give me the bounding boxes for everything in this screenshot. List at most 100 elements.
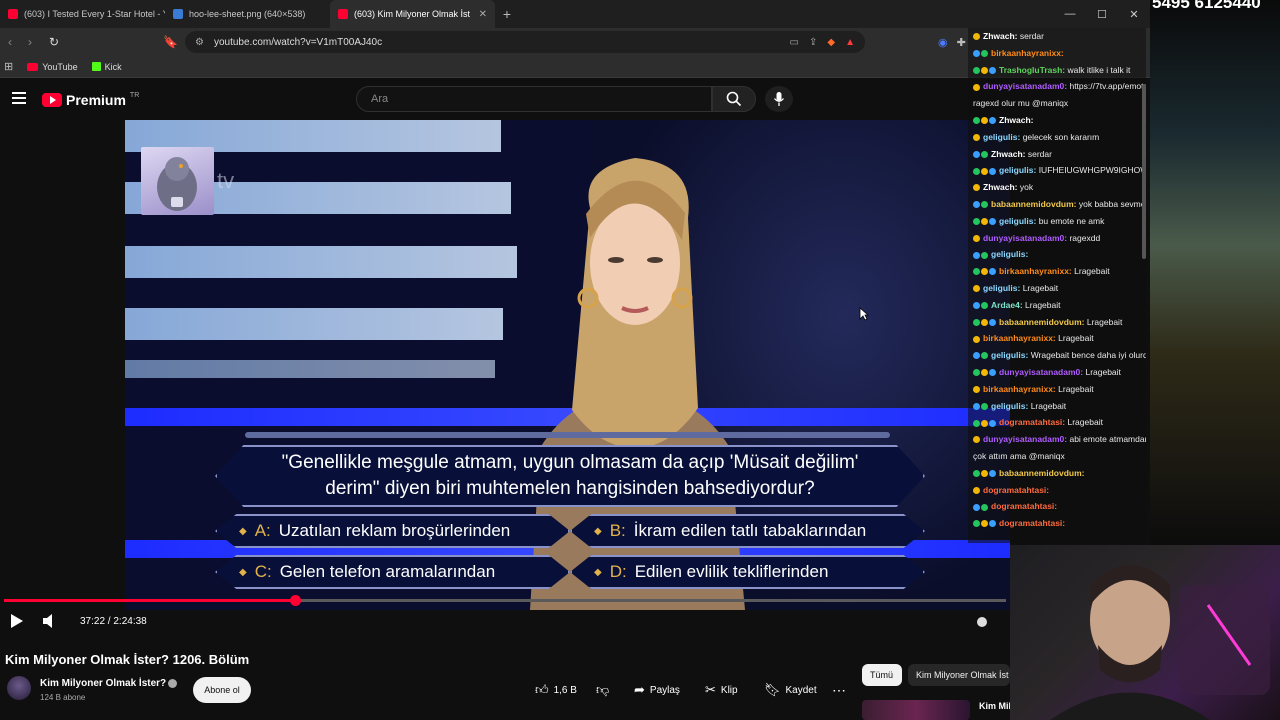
- menu-icon[interactable]: [12, 92, 26, 104]
- maximize-icon[interactable]: ☐: [1086, 0, 1118, 28]
- avatar[interactable]: [7, 676, 31, 700]
- bookmark-icon[interactable]: 🔖: [163, 35, 178, 49]
- chat-username[interactable]: dogramatahtasi:: [999, 518, 1065, 528]
- youtube-icon: [27, 62, 39, 71]
- chip-all[interactable]: Tümü: [862, 664, 902, 686]
- chat-scrollbar[interactable]: [1142, 84, 1146, 259]
- studio-light-stripe: [125, 246, 517, 278]
- tab-2[interactable]: hoo-lee-sheet.png (640×538): [165, 0, 330, 28]
- chat-username[interactable]: dogramatahtasi:: [991, 501, 1057, 511]
- dislike-button[interactable]: 👎︎: [596, 678, 609, 702]
- warning-icon[interactable]: ▲: [845, 37, 855, 48]
- chat-username[interactable]: TrashogluTrash:: [999, 65, 1065, 75]
- chat-username[interactable]: birkaanhayranixx:: [991, 48, 1064, 58]
- studio-light-stripe: [125, 308, 503, 340]
- chat-username[interactable]: babaannemidovdum:: [991, 199, 1076, 209]
- search-button[interactable]: [712, 86, 756, 112]
- tab-1-label: (603) I Tested Every 1-Star Hotel - Yo: [24, 9, 165, 19]
- back-icon[interactable]: ‹: [0, 35, 20, 49]
- bookmark-youtube[interactable]: YouTube: [27, 62, 78, 72]
- tab-3-label: (603) Kim Milyoner Olmak İst: [354, 9, 471, 19]
- chat-badge-icon: [989, 318, 996, 326]
- next-video-thumbnail[interactable]: [862, 700, 970, 720]
- reload-icon[interactable]: ↻: [44, 35, 64, 49]
- extension-icon[interactable]: ◉: [938, 36, 948, 49]
- chat-badges: [973, 350, 989, 361]
- chat-username[interactable]: Ardae4:: [991, 300, 1023, 310]
- bookmark-kick[interactable]: Kick: [91, 62, 122, 72]
- chat-username[interactable]: birkaanhayranixx:: [983, 384, 1056, 394]
- chat-username[interactable]: geligulis:: [983, 283, 1020, 293]
- chat-username[interactable]: Zhwach:: [991, 149, 1025, 159]
- apps-grid-icon[interactable]: ⊞: [4, 60, 13, 73]
- phone-number-overlay: 5495 6125440: [1152, 0, 1261, 12]
- share-button[interactable]: ➦ Paylaş: [634, 678, 680, 702]
- chat-text: serdar: [1019, 31, 1044, 41]
- minimize-icon[interactable]: —: [1054, 0, 1086, 28]
- chat-username[interactable]: Zhwach:: [983, 31, 1017, 41]
- subscribe-button[interactable]: Abone ol: [193, 677, 251, 703]
- shield-icon[interactable]: ◆: [827, 37, 835, 48]
- volume-icon[interactable]: [42, 613, 58, 629]
- play-icon[interactable]: [10, 613, 24, 629]
- cast-icon[interactable]: ▭: [790, 37, 799, 48]
- puzzle-icon[interactable]: ✚: [957, 36, 966, 49]
- image-icon: [173, 9, 183, 19]
- like-button[interactable]: 👍︎ 1,6 B: [535, 678, 577, 702]
- url-text: youtube.com/watch?v=V1mT00AJ40c: [213, 36, 383, 48]
- next-video-title[interactable]: Kim Mil 1205: [979, 701, 1010, 711]
- chat-text: Lragebait: [1058, 333, 1094, 344]
- chat-badge-icon: [981, 251, 988, 259]
- save-button[interactable]: 🔖︎ Kaydet: [764, 678, 817, 702]
- chat-username[interactable]: dunyayisatanadam0:: [999, 367, 1083, 377]
- video-player[interactable]: tv "Genellikle meşgule atmam, uygun olma…: [125, 120, 1010, 610]
- url-field[interactable]: ⚙ youtube.com/watch?v=V1mT00AJ40c ▭ ⇪ ◆ …: [185, 31, 865, 53]
- chat-text: Lragebait: [1030, 400, 1067, 411]
- chat-username[interactable]: geligulis:: [983, 132, 1020, 142]
- chat-text: çok attım ama @maniqx: [973, 451, 1065, 461]
- chat-badge-icon: [981, 302, 988, 310]
- site-info-icon[interactable]: ⚙: [195, 37, 204, 48]
- more-actions-button[interactable]: ⋯: [832, 678, 846, 702]
- chat-text: Wragebait bence daha iyi olurdu: [1030, 350, 1146, 361]
- chat-username[interactable]: dunyayisatanadam0:: [983, 434, 1067, 444]
- new-tab-button[interactable]: +: [495, 6, 519, 22]
- chip-channel[interactable]: Kim Milyoner Olmak İst: [908, 664, 1010, 686]
- time-display: 37:22 / 2:24:38: [80, 616, 147, 627]
- chat-text: Lragebait: [1025, 299, 1061, 310]
- chat-username[interactable]: dunyayisatanadam0:: [983, 81, 1067, 91]
- autoplay-toggle[interactable]: [977, 617, 987, 627]
- chat-badge-icon: [981, 201, 988, 209]
- search-input[interactable]: Ara: [356, 86, 712, 112]
- video-progress-bar[interactable]: [4, 595, 1006, 606]
- chat-username[interactable]: dogramatahtasi:: [983, 485, 1049, 495]
- tab-3[interactable]: (603) Kim Milyoner Olmak İst ✕: [330, 0, 495, 28]
- chat-username[interactable]: Zhwach:: [999, 115, 1033, 125]
- close-window-icon[interactable]: ✕: [1118, 0, 1150, 28]
- chat-username[interactable]: babaannemidovdum:: [999, 468, 1084, 478]
- chat-message: Ardae4: Lragebait: [973, 300, 1146, 311]
- chat-username[interactable]: birkaanhayranixx:: [999, 266, 1072, 276]
- chat-message: geligulis: Lragebait: [973, 283, 1146, 294]
- channel-name[interactable]: Kim Milyoner Olmak İster?: [40, 678, 166, 689]
- progress-scrubber[interactable]: [289, 595, 301, 606]
- chat-username[interactable]: babaannemidovdum:: [999, 317, 1084, 327]
- tab-1[interactable]: (603) I Tested Every 1-Star Hotel - Yo: [0, 0, 165, 28]
- chat-username[interactable]: geligulis:: [999, 216, 1036, 226]
- share-icon[interactable]: ⇪: [809, 37, 817, 48]
- chat-username[interactable]: birkaanhayranixx:: [983, 333, 1056, 343]
- chat-username[interactable]: geligulis:: [999, 165, 1036, 175]
- forward-icon[interactable]: ›: [20, 35, 40, 49]
- chat-badge-icon: [989, 117, 996, 125]
- voice-search-button[interactable]: [765, 86, 793, 112]
- chat-username[interactable]: Zhwach:: [983, 182, 1017, 192]
- chat-username[interactable]: dunyayisatanadam0:: [983, 233, 1067, 243]
- chat-username[interactable]: geligulis:: [991, 249, 1028, 259]
- close-tab-icon[interactable]: ✕: [479, 9, 487, 20]
- youtube-logo[interactable]: Premium TR: [42, 92, 139, 108]
- chat-username[interactable]: geligulis:: [991, 401, 1028, 411]
- clip-button[interactable]: ✂ Klip: [705, 678, 738, 702]
- chat-username[interactable]: dogramatahtasi:: [999, 417, 1065, 427]
- chat-username[interactable]: geligulis:: [991, 350, 1028, 360]
- question-text: "Genellikle meşgule atmam, uygun olmasam…: [281, 452, 859, 499]
